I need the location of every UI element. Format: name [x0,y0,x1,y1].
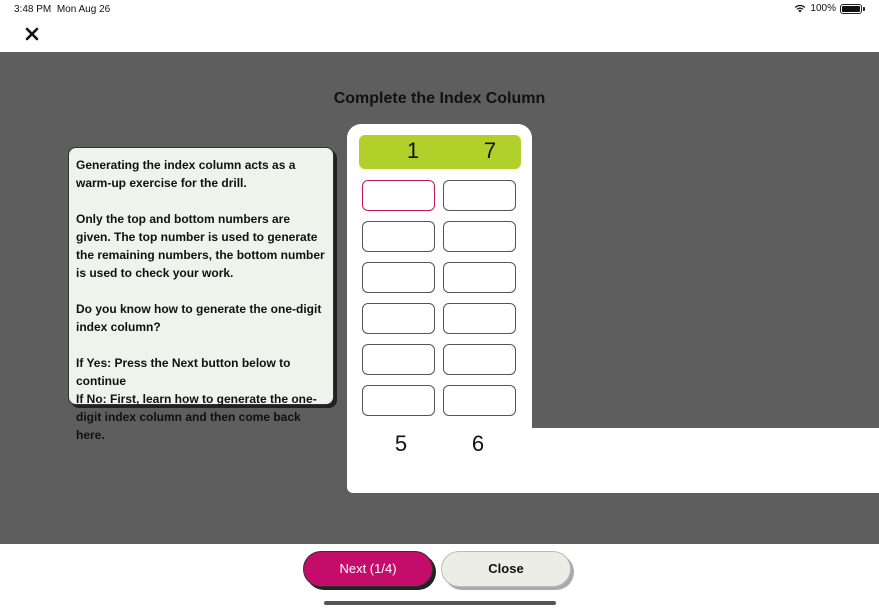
close-button[interactable]: Close [441,551,571,587]
footer-bar: Next (1/4) Close [0,544,879,609]
index-input-cell[interactable] [443,180,516,211]
top-number-left: 1 [406,138,420,163]
status-bar: 3:48 PM Mon Aug 26 100% [0,0,879,18]
info-paragraph: Only the top and bottom numbers are give… [76,212,325,280]
index-input-cell[interactable] [443,221,516,252]
index-column-card: 1 7 5 6 [347,124,879,493]
top-number-right: 7 [483,138,497,163]
status-time: 3:48 PM [14,4,52,15]
index-input-cell[interactable] [443,262,516,293]
status-time-date: 3:48 PM Mon Aug 26 [14,4,110,15]
info-paragraph: Generating the index column acts as a wa… [76,158,296,190]
index-input-cell[interactable] [443,385,516,416]
battery-percent: 100% [810,3,836,14]
bottom-number-left: 5 [394,431,408,456]
index-input-cell[interactable] [362,221,435,252]
index-input-cell[interactable] [443,303,516,334]
close-icon[interactable] [22,24,44,46]
info-panel: Generating the index column acts as a wa… [68,147,334,442]
battery-cap [863,6,865,11]
status-date: Mon Aug 26 [56,4,111,15]
bottom-number-right: 6 [471,431,485,456]
info-paragraph: If Yes: Press the Next button below to c… [76,356,317,442]
index-input-cell[interactable] [443,344,516,375]
index-input-cell[interactable] [362,303,435,334]
home-indicator[interactable] [324,601,556,605]
next-button[interactable]: Next (1/4) [303,551,433,587]
index-input-cell[interactable] [362,262,435,293]
battery-icon [840,3,862,14]
status-right: 100% [794,3,865,14]
bottom-number-bar: 5 6 [347,428,879,493]
drill-area: Complete the Index Column Generating the… [0,52,879,544]
top-bar [0,18,879,52]
index-input-cell[interactable] [362,385,435,416]
info-paragraph: Do you know how to generate the one-digi… [76,302,322,334]
wifi-icon [795,4,806,13]
index-input-cell[interactable] [362,344,435,375]
page-title: Complete the Index Column [333,90,546,107]
index-input-cell[interactable] [362,180,435,211]
app-window: 3:48 PM Mon Aug 26 100% Complete the Ind… [0,0,879,609]
top-number-bar: 1 7 [359,135,521,169]
